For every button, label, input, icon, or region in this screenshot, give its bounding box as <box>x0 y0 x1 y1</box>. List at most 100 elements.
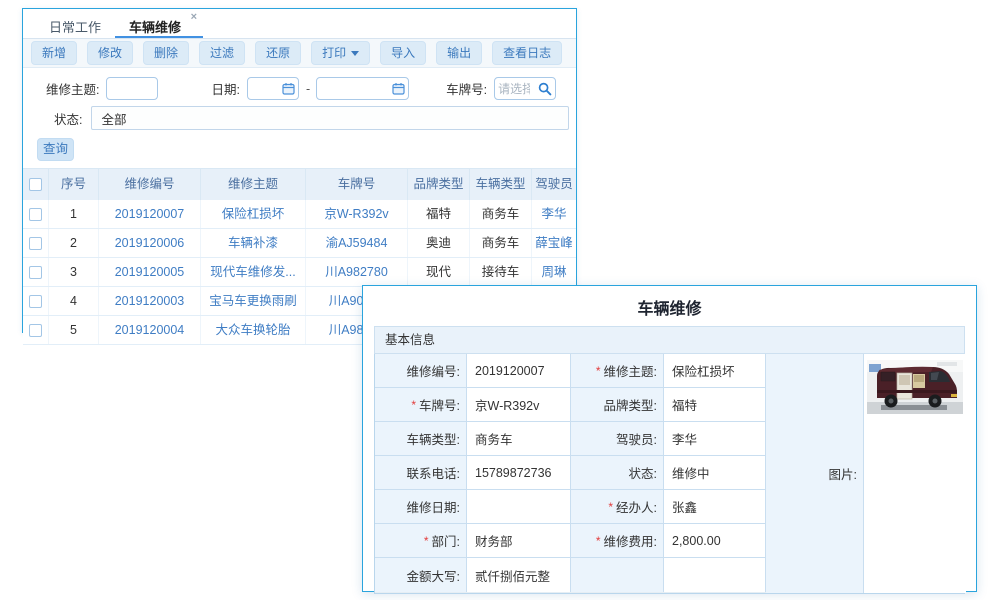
required-star: * <box>596 364 601 378</box>
detail-field-value: 福特 <box>664 388 766 422</box>
cell-topic[interactable]: 大众车换轮胎 <box>201 316 306 344</box>
detail-field-label: 金额大写: <box>375 558 467 592</box>
date-range-separator: - <box>306 82 310 96</box>
print-button[interactable]: 打印 <box>311 41 370 65</box>
detail-field-value: 商务车 <box>467 422 571 456</box>
detail-field-value <box>664 558 766 592</box>
detail-field-label: *维修费用: <box>571 524 664 558</box>
header-vehicle-type: 车辆类型 <box>470 169 532 200</box>
add-button[interactable]: 新增 <box>31 41 77 65</box>
detail-field-label-text: 金额大写: <box>407 566 460 585</box>
detail-field-label-text: 驾驶员: <box>616 429 657 448</box>
tab-bar: 日常工作 车辆维修 × <box>23 9 576 39</box>
edit-button[interactable]: 修改 <box>87 41 133 65</box>
row-checkbox[interactable] <box>29 266 42 279</box>
header-brand: 品牌类型 <box>408 169 470 200</box>
cell-seq: 5 <box>49 316 99 344</box>
date-from-input[interactable] <box>247 77 299 100</box>
row-checkbox[interactable] <box>29 295 42 308</box>
detail-field-value <box>467 490 571 524</box>
page: 日常工作 车辆维修 × 新增 修改 删除 过滤 还原 打印 导入 输出 查看日志… <box>0 0 1000 600</box>
detail-field-label: *维修主题: <box>571 354 664 388</box>
required-star: * <box>608 500 613 514</box>
detail-field-label <box>571 558 664 592</box>
calendar-icon[interactable] <box>282 82 295 95</box>
query-button[interactable]: 查询 <box>37 138 74 161</box>
view-log-button[interactable]: 查看日志 <box>492 41 562 65</box>
cell-driver[interactable]: 李华 <box>532 200 576 228</box>
tab-vehicle-repair[interactable]: 车辆维修 × <box>115 9 203 38</box>
plate-number-placeholder: 请选择 <box>498 80 530 97</box>
row-checkbox-cell <box>23 316 49 344</box>
table-row: 22019120006车辆补漆渝AJ59484奥迪商务车薛宝峰 <box>23 229 576 258</box>
status-select[interactable]: 全部 <box>91 106 569 130</box>
cell-plate[interactable]: 京W-R392v <box>306 200 408 228</box>
table-row: 12019120007保险杠损坏京W-R392v福特商务车李华 <box>23 200 576 229</box>
cell-repair-no[interactable]: 2019120003 <box>99 287 201 315</box>
search-icon[interactable] <box>538 82 552 96</box>
repair-detail-panel: 车辆维修 基本信息 维修编号:2019120007*维修主题:保险杠损坏*车牌号… <box>362 285 977 592</box>
calendar-icon[interactable] <box>392 82 405 95</box>
cell-brand: 现代 <box>408 258 470 286</box>
detail-field-label-text: 状态: <box>629 463 657 482</box>
delete-button[interactable]: 删除 <box>143 41 189 65</box>
cell-repair-no[interactable]: 2019120005 <box>99 258 201 286</box>
cell-driver[interactable]: 薛宝峰 <box>532 229 576 257</box>
cell-plate[interactable]: 川A982780 <box>306 258 408 286</box>
repair-topic-input[interactable] <box>106 77 158 100</box>
cell-repair-no[interactable]: 2019120004 <box>99 316 201 344</box>
detail-field-label-text: 维修日期: <box>407 497 460 516</box>
table-row: 32019120005现代车维修发...川A982780现代接待车周琳 <box>23 258 576 287</box>
caret-down-icon <box>351 51 359 56</box>
cell-topic[interactable]: 车辆补漆 <box>201 229 306 257</box>
plate-number-input[interactable]: 请选择 <box>494 77 556 100</box>
plate-number-label: 车牌号: <box>446 79 487 98</box>
detail-table: 维修编号:2019120007*维修主题:保险杠损坏*车牌号:京W-R392v品… <box>374 354 965 594</box>
cell-repair-no[interactable]: 2019120006 <box>99 229 201 257</box>
restore-button[interactable]: 还原 <box>255 41 301 65</box>
detail-field-value: 财务部 <box>467 524 571 558</box>
close-icon[interactable]: × <box>191 11 197 23</box>
detail-field-label: *部门: <box>375 524 467 558</box>
detail-field-label: 状态: <box>571 456 664 490</box>
row-checkbox-cell <box>23 287 49 315</box>
header-seq: 序号 <box>49 169 99 200</box>
header-plate: 车牌号 <box>306 169 408 200</box>
cell-topic[interactable]: 现代车维修发... <box>201 258 306 286</box>
detail-field-value: 15789872736 <box>467 456 571 490</box>
cell-vehicle-type: 接待车 <box>470 258 532 286</box>
cell-plate[interactable]: 渝AJ59484 <box>306 229 408 257</box>
detail-field-label: 车辆类型: <box>375 422 467 456</box>
row-checkbox[interactable] <box>29 208 42 221</box>
select-all-checkbox[interactable] <box>29 178 42 191</box>
detail-field-value: 2019120007 <box>467 354 571 388</box>
detail-field-value: 张鑫 <box>664 490 766 524</box>
cell-topic[interactable]: 保险杠损坏 <box>201 200 306 228</box>
filter-button[interactable]: 过滤 <box>199 41 245 65</box>
detail-field-label-text: 品牌类型: <box>604 395 657 414</box>
basic-info-section-header: 基本信息 <box>374 326 965 354</box>
detail-field-label: 维修编号: <box>375 354 467 388</box>
header-topic: 维修主题 <box>201 169 306 200</box>
detail-field-value: 京W-R392v <box>467 388 571 422</box>
picture-label-cell: 图片: <box>766 354 864 593</box>
detail-field-value: 维修中 <box>664 456 766 490</box>
export-button[interactable]: 输出 <box>436 41 482 65</box>
detail-title: 车辆维修 <box>363 286 976 319</box>
detail-field-value: 李华 <box>664 422 766 456</box>
cell-topic[interactable]: 宝马车更换雨刷 <box>201 287 306 315</box>
row-checkbox-cell <box>23 200 49 228</box>
detail-field-label: *经办人: <box>571 490 664 524</box>
repair-topic-label: 维修主题: <box>46 79 99 98</box>
cell-repair-no[interactable]: 2019120007 <box>99 200 201 228</box>
detail-field-value: 贰仟捌佰元整 <box>467 558 571 592</box>
picture-cell <box>864 354 966 593</box>
cell-brand: 奥迪 <box>408 229 470 257</box>
row-checkbox[interactable] <box>29 237 42 250</box>
import-button[interactable]: 导入 <box>380 41 426 65</box>
row-checkbox[interactable] <box>29 324 42 337</box>
cell-driver[interactable]: 周琳 <box>532 258 576 286</box>
date-to-input[interactable] <box>316 77 409 100</box>
tab-daily-work[interactable]: 日常工作 <box>35 9 115 38</box>
filter-row-2: 状态: 全部 <box>23 106 576 130</box>
